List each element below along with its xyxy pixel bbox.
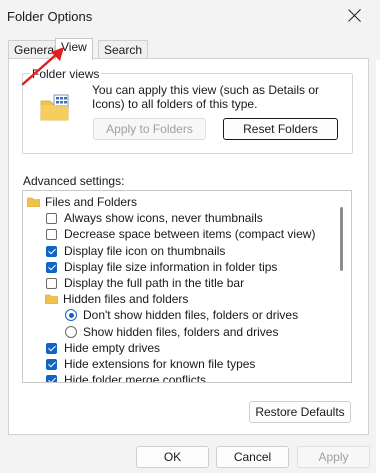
setting-label: Files and Folders bbox=[45, 195, 138, 209]
close-icon[interactable] bbox=[344, 5, 366, 27]
apply-button[interactable]: Apply bbox=[297, 446, 370, 468]
folder-views-label: Folder views bbox=[30, 67, 102, 81]
radio-unselected[interactable] bbox=[65, 325, 77, 338]
setting-label: Don't show hidden files, folders or driv… bbox=[83, 308, 299, 323]
folder-icon bbox=[45, 294, 58, 305]
setting-label: Always show icons, never thumbnails bbox=[64, 211, 263, 226]
advanced-settings-label: Advanced settings: bbox=[23, 174, 125, 188]
setting-label: Hide empty drives bbox=[64, 340, 161, 355]
folder-views-description: You can apply this view (such as Details… bbox=[92, 83, 320, 111]
checkbox-checked[interactable] bbox=[46, 245, 57, 257]
restore-defaults-button[interactable]: Restore Defaults bbox=[249, 401, 351, 423]
checkbox-unchecked[interactable] bbox=[46, 213, 57, 225]
radio-selected[interactable] bbox=[65, 309, 77, 322]
setting-label: Display the full path in the title bar bbox=[64, 276, 245, 290]
tab-search[interactable]: Search bbox=[98, 40, 149, 59]
ok-button[interactable]: OK bbox=[136, 446, 209, 468]
cancel-button[interactable]: Cancel bbox=[216, 446, 289, 468]
window-title: Folder Options bbox=[7, 9, 93, 24]
setting-label: Display file size information in folder … bbox=[64, 259, 278, 274]
reset-folders-button[interactable]: Reset Folders bbox=[223, 118, 338, 140]
setting-label: Display file icon on thumbnails bbox=[64, 243, 226, 258]
checkbox-unchecked[interactable] bbox=[46, 229, 57, 241]
title-bar: Folder Options bbox=[0, 0, 380, 32]
checkbox-checked[interactable] bbox=[46, 375, 57, 382]
setting-label: Hide folder merge conflicts bbox=[64, 373, 207, 383]
background-strip bbox=[376, 60, 380, 473]
folder-icon bbox=[27, 197, 40, 207]
scrollbar-thumb[interactable] bbox=[340, 207, 343, 271]
apply-to-folders-button[interactable]: Apply to Folders bbox=[93, 118, 206, 140]
advanced-settings-list[interactable]: Files and Folders Always show icons, neve… bbox=[22, 190, 352, 383]
setting-label: Show hidden files, folders and drives bbox=[83, 324, 279, 339]
checkbox-checked[interactable] bbox=[46, 359, 57, 370]
setting-label: Hidden files and folders bbox=[63, 292, 189, 307]
checkbox-checked[interactable] bbox=[46, 261, 57, 273]
checkbox-checked[interactable] bbox=[46, 342, 57, 354]
setting-label: Decrease space between items (compact vi… bbox=[64, 227, 316, 242]
tab-view[interactable]: View bbox=[55, 38, 93, 60]
setting-label: Hide extensions for known file types bbox=[64, 357, 256, 371]
checkbox-unchecked[interactable] bbox=[46, 278, 57, 289]
folder-view-icon bbox=[40, 94, 69, 121]
